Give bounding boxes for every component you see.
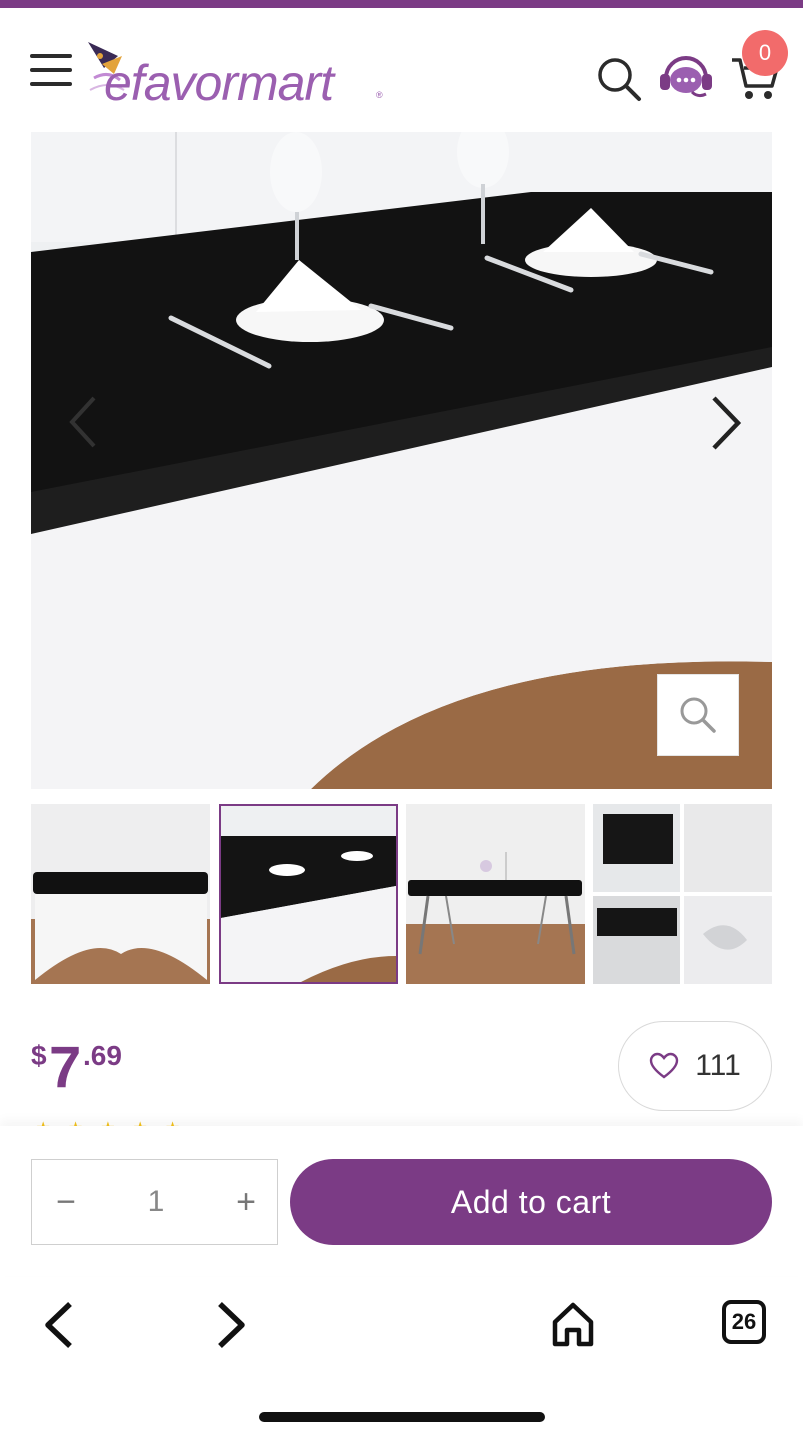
wishlist-count: 111 [695,1049,741,1082]
price-whole: 7 [49,1035,82,1100]
trademark-mark: ® [376,90,383,100]
quantity-stepper: − 1 + [31,1159,278,1245]
forward-arrow-icon[interactable] [210,1300,250,1355]
qty-decrease-button[interactable]: − [46,1180,86,1224]
cart-count-badge: 0 [742,30,788,76]
back-arrow-icon[interactable] [40,1300,80,1355]
chevron-right-icon[interactable] [700,392,750,454]
search-icon[interactable] [596,56,642,102]
home-icon[interactable] [550,1300,596,1353]
logo-text: efavormart [104,55,334,111]
thumbnail-4-collage[interactable] [593,804,772,984]
thumbnail-3[interactable] [406,804,585,984]
zoom-icon[interactable] [657,674,739,756]
price-currency: $ [31,1040,47,1071]
thumbnail-1[interactable] [31,804,210,984]
tabs-count-button[interactable]: 26 [722,1300,766,1344]
add-to-cart-bar: − 1 + Add to cart [0,1126,803,1276]
site-header: efavormart ® [0,8,803,130]
chat-support-icon[interactable] [658,54,714,102]
site-logo[interactable]: efavormart ® [84,34,384,120]
home-indicator [259,1412,545,1422]
thumbnail-2[interactable] [219,804,398,984]
add-to-cart-button[interactable]: Add to cart [290,1159,772,1245]
price-cents: .69 [83,1040,122,1071]
heart-icon [649,1052,679,1079]
qty-increase-button[interactable]: + [226,1180,266,1224]
top-accent-bar [0,0,803,8]
wishlist-button[interactable]: 111 [618,1021,772,1111]
chevron-left-icon[interactable] [60,392,106,452]
qty-value[interactable]: 1 [128,1180,184,1224]
hamburger-icon[interactable] [30,54,72,88]
thumbnail-strip [31,804,772,984]
